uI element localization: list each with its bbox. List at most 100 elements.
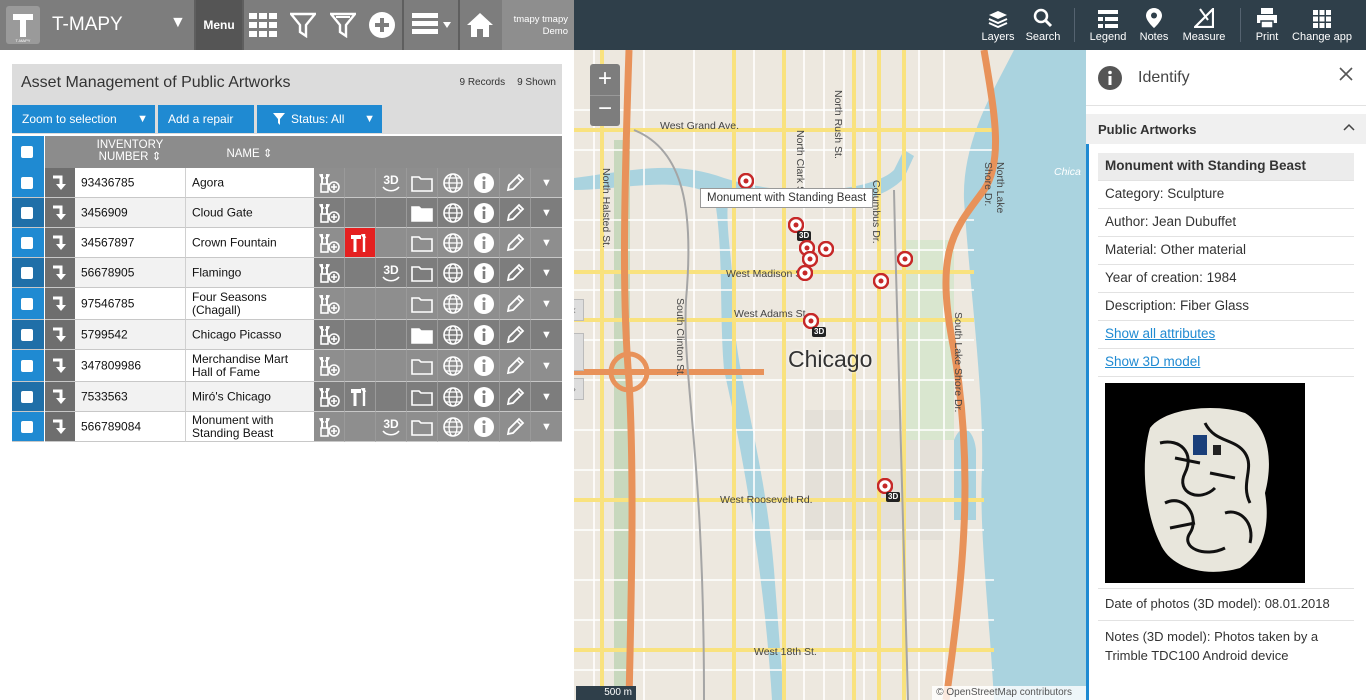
show-all-attributes-link[interactable]: Show all attributes <box>1098 321 1354 349</box>
name-cell[interactable]: Monument with Standing Beast <box>185 412 314 442</box>
add-repair-button[interactable]: Add a repair <box>158 105 254 133</box>
inventory-cell[interactable]: 93436785 <box>75 168 185 198</box>
artwork-marker[interactable] <box>872 272 890 290</box>
documents-button[interactable] <box>407 258 438 288</box>
edit-button[interactable] <box>500 168 531 198</box>
name-header[interactable]: NAME ⇕ <box>185 136 314 168</box>
repair-tools-button[interactable] <box>314 228 345 258</box>
edit-button[interactable] <box>500 258 531 288</box>
3d-model-cell[interactable] <box>376 228 407 258</box>
table-row[interactable]: 97546785 Four Seasons (Chagall) ▼ <box>12 288 562 320</box>
zoom-to-row-button[interactable] <box>45 350 75 382</box>
inventory-cell[interactable]: 7533563 <box>75 382 185 412</box>
repair-tools-button[interactable] <box>314 320 345 350</box>
artwork-marker[interactable] <box>817 240 835 258</box>
filter-icon[interactable] <box>284 0 322 50</box>
3d-model-image[interactable] <box>1105 383 1305 583</box>
artwork-marker[interactable] <box>737 172 755 190</box>
row-checkbox[interactable] <box>21 297 33 310</box>
edit-button[interactable] <box>500 412 531 442</box>
3d-model-cell[interactable] <box>376 350 407 382</box>
inventory-cell[interactable]: 97546785 <box>75 288 185 320</box>
show-3d-model-link[interactable]: Show 3D model <box>1098 349 1354 377</box>
zoom-to-row-button[interactable] <box>45 288 75 320</box>
3d-model-cell[interactable] <box>376 288 407 320</box>
zoom-out-button[interactable]: − <box>590 95 620 126</box>
zoom-to-selection-button[interactable]: Zoom to selection ▼ <box>12 105 155 133</box>
repair-status-cell[interactable] <box>345 382 376 412</box>
repair-tools-button[interactable] <box>314 258 345 288</box>
row-menu-button[interactable]: ▼ <box>531 228 562 258</box>
status-dropdown-icon[interactable]: ▼ <box>364 113 375 125</box>
repair-tools-button[interactable] <box>314 382 345 412</box>
status-filter-button[interactable]: Status: All ▼ <box>257 105 382 133</box>
row-checkbox[interactable] <box>21 328 33 341</box>
documents-button[interactable] <box>407 320 438 350</box>
info-button[interactable] <box>469 198 500 228</box>
menu-button[interactable]: Menu <box>196 0 242 50</box>
row-menu-button[interactable]: ▼ <box>531 258 562 288</box>
repair-tools-button[interactable] <box>314 350 345 382</box>
zoom-to-row-button[interactable] <box>45 320 75 350</box>
select-all-checkbox[interactable] <box>21 146 33 158</box>
repair-tools-button[interactable] <box>314 198 345 228</box>
name-cell[interactable]: Merchandise Mart Hall of Fame <box>185 350 314 382</box>
map-view[interactable]: West Grand Ave. North Rush St. North Cla… <box>574 50 1086 700</box>
3d-model-cell[interactable]: 3D <box>376 258 407 288</box>
3d-model-cell[interactable] <box>376 320 407 350</box>
expand-left-button[interactable]: › <box>574 378 584 400</box>
repair-status-cell[interactable] <box>345 412 376 442</box>
row-menu-button[interactable]: ▼ <box>531 198 562 228</box>
row-menu-button[interactable]: ▼ <box>531 382 562 412</box>
search-button[interactable]: Search <box>1024 6 1062 43</box>
table-row[interactable]: 5799542 Chicago Picasso ▼ <box>12 320 562 350</box>
user-badge[interactable]: tmapy tmapy Demo <box>502 0 574 50</box>
inventory-cell[interactable]: 34567897 <box>75 228 185 258</box>
web-link-button[interactable] <box>438 198 469 228</box>
map-attribution[interactable]: © OpenStreetMap contributors <box>932 686 1086 700</box>
name-cell[interactable]: Cloud Gate <box>185 198 314 228</box>
inventory-cell[interactable]: 5799542 <box>75 320 185 350</box>
row-menu-button[interactable]: ▼ <box>531 320 562 350</box>
info-button[interactable] <box>469 258 500 288</box>
row-checkbox[interactable] <box>21 359 33 372</box>
documents-button[interactable] <box>407 382 438 412</box>
info-button[interactable] <box>469 168 500 198</box>
artwork-marker[interactable] <box>896 250 914 268</box>
3d-model-cell[interactable]: 3D <box>376 168 407 198</box>
web-link-button[interactable] <box>438 168 469 198</box>
web-link-button[interactable] <box>438 412 469 442</box>
layers-button[interactable]: Layers <box>980 6 1016 43</box>
info-button[interactable] <box>469 320 500 350</box>
inventory-cell[interactable]: 347809986 <box>75 350 185 382</box>
edit-button[interactable] <box>500 198 531 228</box>
table-row[interactable]: 347809986 Merchandise Mart Hall of Fame <box>12 350 562 382</box>
app-dropdown-icon[interactable]: ▼ <box>170 14 186 32</box>
info-button[interactable] <box>469 412 500 442</box>
repair-status-cell[interactable] <box>345 168 376 198</box>
table-row[interactable]: 56678905 Flamingo 3D ▼ <box>12 258 562 288</box>
row-checkbox[interactable] <box>21 176 33 189</box>
documents-button[interactable] <box>407 198 438 228</box>
print-button[interactable]: Print <box>1250 6 1284 43</box>
web-link-button[interactable] <box>438 320 469 350</box>
close-icon[interactable] <box>1338 66 1358 86</box>
chevron-up-icon[interactable] <box>1342 120 1356 137</box>
name-cell[interactable]: Flamingo <box>185 258 314 288</box>
collapse-left-button[interactable]: ‹ <box>574 299 584 321</box>
name-cell[interactable]: Crown Fountain <box>185 228 314 258</box>
inventory-cell[interactable]: 3456909 <box>75 198 185 228</box>
edit-button[interactable] <box>500 350 531 382</box>
repair-tools-button[interactable] <box>314 168 345 198</box>
inventory-cell[interactable]: 56678905 <box>75 258 185 288</box>
table-row[interactable]: 7533563 Miró's Chicago ▼ <box>12 382 562 412</box>
repair-tools-button[interactable] <box>314 288 345 320</box>
zoom-to-row-button[interactable] <box>45 382 75 412</box>
edit-button[interactable] <box>500 320 531 350</box>
list-menu-icon[interactable] <box>404 0 458 50</box>
repair-tools-button[interactable] <box>314 412 345 442</box>
app-title[interactable]: T-MAPY <box>52 14 123 36</box>
table-row[interactable]: 566789084 Monument with Standing Beast 3… <box>12 412 562 442</box>
web-link-button[interactable] <box>438 228 469 258</box>
zoom-in-button[interactable]: + <box>590 64 620 95</box>
